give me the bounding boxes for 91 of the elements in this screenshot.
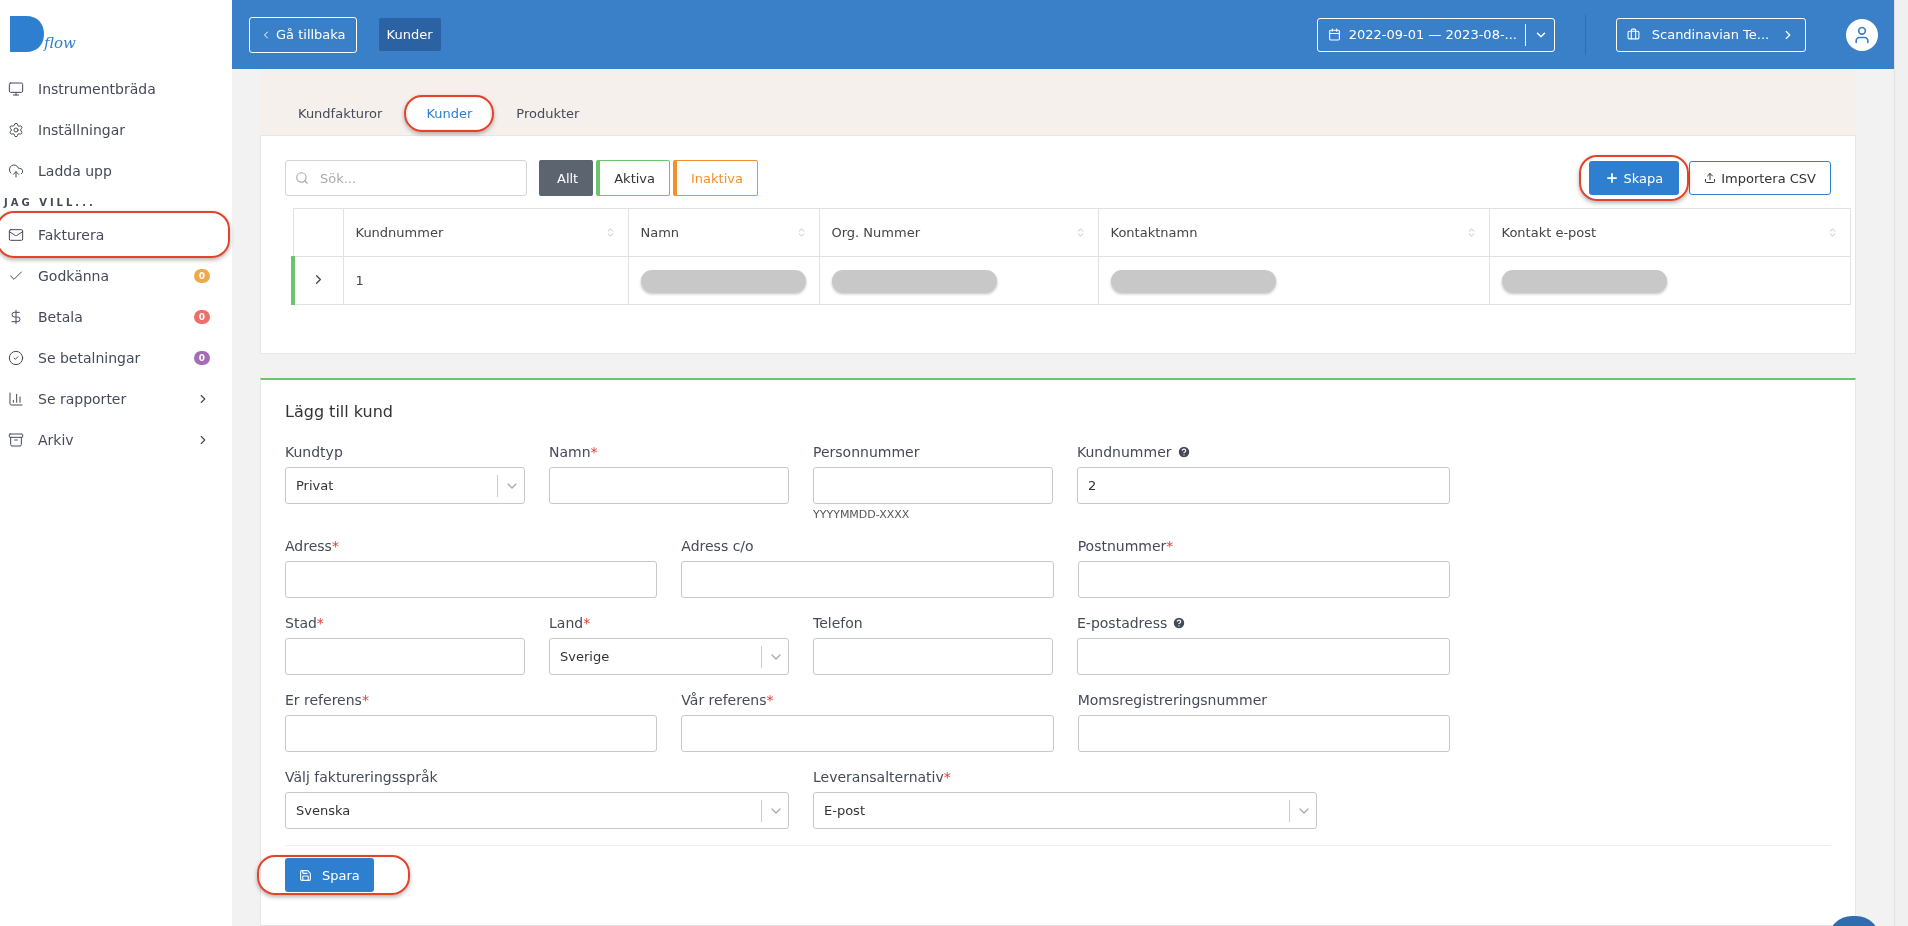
table-cell: 1 xyxy=(355,273,364,288)
logo-text: flow xyxy=(44,34,76,52)
briefcase-icon xyxy=(1627,28,1640,41)
input-field[interactable] xyxy=(549,467,789,504)
select-field[interactable]: Sverige xyxy=(549,638,789,675)
form-title: Lägg till kund xyxy=(285,402,395,421)
field-label: Kundtyp xyxy=(285,444,343,460)
field-label: Adress xyxy=(285,538,332,554)
select-field[interactable]: E-post xyxy=(813,792,1317,829)
help-icon[interactable] xyxy=(1176,445,1191,459)
field-label: Er referens xyxy=(285,692,362,708)
field-label: Välj faktureringsspråk xyxy=(285,769,438,785)
save-icon xyxy=(299,868,312,882)
required-mark: * xyxy=(361,692,369,708)
input-field[interactable]: 2 xyxy=(1077,467,1450,504)
required-mark: * xyxy=(766,692,774,708)
breadcrumb: Kunder xyxy=(378,18,441,51)
column-header[interactable]: Kontakt e-post xyxy=(1501,225,1597,240)
count-badge: 0 xyxy=(193,309,210,324)
archive-icon xyxy=(8,431,24,448)
column-header[interactable]: Namn xyxy=(640,225,680,240)
column-header[interactable]: Kontaktnamn xyxy=(1110,225,1198,240)
input-field[interactable] xyxy=(813,638,1053,675)
input-field[interactable] xyxy=(1077,715,1450,752)
input-field[interactable] xyxy=(285,715,658,752)
field-label: Postnummer xyxy=(1077,538,1167,554)
input-field[interactable] xyxy=(681,715,1054,752)
create-button[interactable]: Skapa xyxy=(1589,161,1680,195)
select-field[interactable]: Privat xyxy=(285,467,525,504)
bar-chart-icon xyxy=(8,390,24,407)
sidebar-item[interactable]: Se betalningar 0 xyxy=(0,337,226,378)
import-button[interactable]: Importera CSV xyxy=(1689,161,1831,195)
required-mark: * xyxy=(943,769,951,785)
field-label: Stad xyxy=(285,615,317,631)
calendar-icon xyxy=(1327,28,1341,41)
required-mark: * xyxy=(316,615,324,631)
sidebar-item[interactable]: Inställningar xyxy=(0,109,226,150)
company-select[interactable]: Scandinavian Te... xyxy=(1616,17,1806,52)
back-button[interactable]: Gå tillbaka xyxy=(249,16,357,53)
input-field[interactable] xyxy=(1077,561,1450,598)
field-label: Land xyxy=(549,615,584,631)
save-button[interactable]: Spara xyxy=(285,858,374,892)
field-label: Momsregistreringsnummer xyxy=(1077,692,1267,708)
section-title: JAG VILL... xyxy=(2,196,97,210)
field-label: Personnummer xyxy=(813,444,920,460)
field-label: Adress c/o xyxy=(681,538,754,554)
input-field[interactable] xyxy=(813,467,1053,504)
sidebar-item[interactable]: Arkiv xyxy=(0,419,226,460)
filter-button[interactable]: Aktiva xyxy=(596,160,670,196)
date-range-select[interactable]: 2022-09-01 — 2023-08-... xyxy=(1316,17,1555,52)
sidebar-item[interactable]: Fakturera xyxy=(0,214,226,255)
field-label: Telefon xyxy=(813,615,863,631)
sidebar-item[interactable]: Se rapporter xyxy=(0,378,226,419)
tab[interactable]: Produkter xyxy=(498,98,598,129)
dollar-icon xyxy=(8,308,24,325)
monitor-icon xyxy=(8,80,24,97)
plus-icon xyxy=(1605,171,1620,185)
required-mark: * xyxy=(590,444,598,460)
required-mark: * xyxy=(1166,538,1174,554)
count-badge: 0 xyxy=(193,268,210,283)
upload-icon xyxy=(8,162,24,179)
sidebar-item[interactable]: Ladda upp xyxy=(0,150,226,191)
filter-button[interactable]: Allt xyxy=(539,160,594,196)
settings-icon xyxy=(8,121,24,138)
input-field[interactable] xyxy=(1077,638,1450,675)
required-mark: * xyxy=(331,538,339,554)
column-header[interactable]: Kundnummer xyxy=(355,225,444,240)
check-circle-icon xyxy=(8,349,24,366)
upload-icon xyxy=(1704,172,1717,184)
tab[interactable]: Kunder xyxy=(408,98,491,129)
sidebar-item[interactable]: Godkänna 0 xyxy=(0,255,226,296)
count-badge: 0 xyxy=(193,350,210,365)
field-label: Leveransalternativ xyxy=(813,769,944,785)
input-field[interactable] xyxy=(285,561,658,598)
field-label: Vår referens xyxy=(681,692,767,708)
search-field[interactable]: Sök... xyxy=(285,160,527,196)
help-icon[interactable] xyxy=(1172,616,1187,630)
required-mark: * xyxy=(583,615,591,631)
field-hint: YYYYMMDD-XXXX xyxy=(813,508,911,521)
mail-icon xyxy=(8,226,24,243)
tab[interactable]: Kundfakturor xyxy=(280,98,401,129)
input-field[interactable] xyxy=(285,638,525,675)
field-label: E-postadress xyxy=(1077,615,1168,631)
select-field[interactable]: Svenska xyxy=(285,792,789,829)
field-label: Namn xyxy=(549,444,591,460)
column-header[interactable]: Org. Nummer xyxy=(831,225,920,240)
sidebar-item[interactable]: Betala 0 xyxy=(0,296,226,337)
sidebar-item[interactable]: Instrumentbräda xyxy=(0,68,226,109)
input-field[interactable] xyxy=(681,561,1054,598)
avatar-icon[interactable] xyxy=(1846,18,1878,51)
field-label: Kundnummer xyxy=(1077,444,1172,460)
